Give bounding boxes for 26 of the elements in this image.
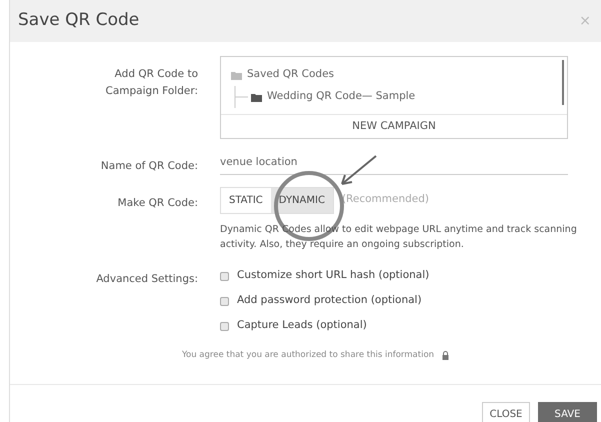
field-label: Make QR Code: (116, 196, 198, 211)
toggle-option[interactable]: DYNAMIC (270, 188, 333, 213)
folder-item[interactable]: Saved QR Codes (247, 67, 334, 83)
field-label: Name of QR Code: (100, 159, 198, 174)
checkbox[interactable] (220, 322, 229, 331)
close-button[interactable]: CLOSE (482, 402, 530, 422)
window-title: Save QR Code (18, 9, 140, 32)
field-label: Advanced Settings: (95, 272, 198, 287)
folder-icon (231, 70, 242, 80)
checkbox-label: Customize short URL hash (optional) (237, 268, 430, 284)
lock-icon (442, 350, 450, 360)
agreement-text: You agree that you are authorized to share this information (182, 348, 434, 362)
recommended-note: (Recommended) (342, 192, 429, 208)
arrow-icon (339, 155, 377, 187)
folder-icon (251, 92, 262, 102)
checkbox-label: Add password protection (optional) (237, 293, 422, 308)
name-input-field[interactable]: venue location (220, 155, 568, 175)
checkbox-label: Capture Leads (optional) (237, 318, 367, 334)
tree-connector (234, 86, 248, 108)
save-button[interactable]: SAVE (538, 402, 597, 422)
checkbox[interactable] (220, 296, 229, 306)
new-campaign-button[interactable]: NEW CAMPAIGN (221, 114, 567, 138)
folder-item[interactable]: Wedding QR Code— Sample (267, 89, 416, 105)
scrollbar[interactable] (562, 60, 564, 105)
field-label: Add QR Code to Campaign Folder: (104, 67, 198, 99)
checkbox[interactable] (220, 272, 229, 281)
